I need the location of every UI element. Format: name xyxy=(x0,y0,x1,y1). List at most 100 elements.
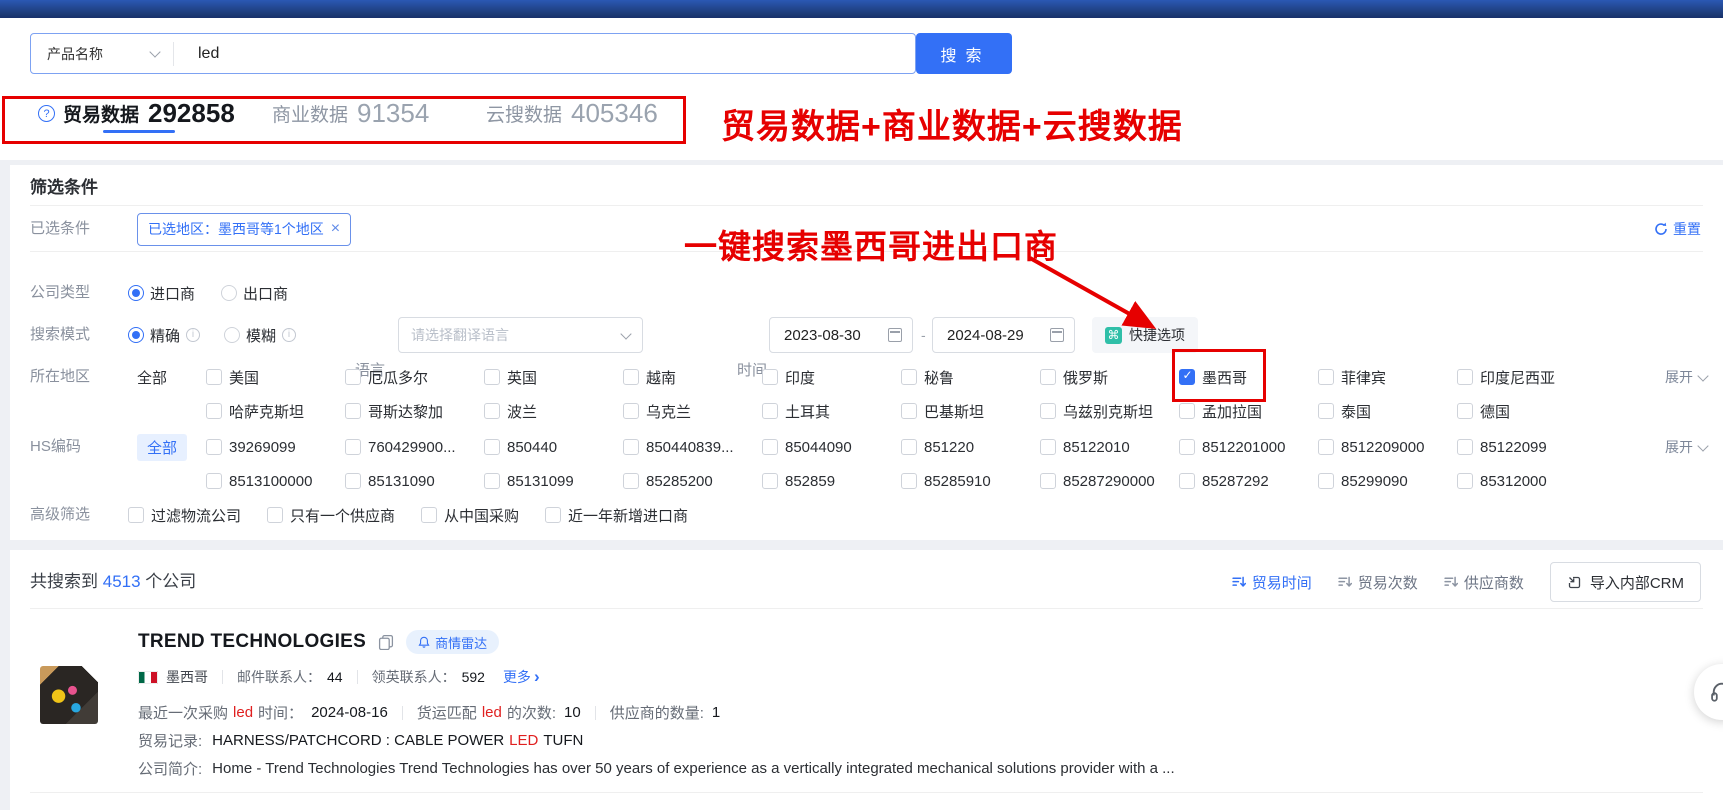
copy-icon[interactable] xyxy=(378,634,394,650)
business-radar-badge[interactable]: 商情雷达 xyxy=(406,630,499,654)
region-checkbox[interactable]: 美国 xyxy=(206,367,345,388)
hs-checkbox[interactable]: 8512201000 xyxy=(1179,439,1318,456)
sort-by-trade-time[interactable]: 贸易时间 xyxy=(1232,572,1312,593)
selected-region-tag[interactable]: 已选地区：墨西哥等1个地区 xyxy=(137,213,351,246)
region-checkbox[interactable]: 乌兹别克斯坦 xyxy=(1040,401,1179,422)
region-checkbox[interactable]: 厄瓜多尔 xyxy=(345,367,484,388)
tab-trade-data[interactable]: ? 贸易数据 292858 xyxy=(38,96,235,130)
tab-count: 405346 xyxy=(571,98,658,129)
app-window: 产品名称 搜索 ? 贸易数据 292858 商业数据 91354 云搜数据 40… xyxy=(0,0,1723,810)
close-icon[interactable] xyxy=(331,221,340,237)
radio-exact-mode[interactable]: 精确 xyxy=(128,325,200,346)
region-checkbox[interactable]: 秘鲁 xyxy=(901,367,1040,388)
advanced-checkbox[interactable]: 从中国采购 xyxy=(421,505,519,526)
region-checkbox[interactable]: 土耳其 xyxy=(762,401,901,422)
date-to-value: 2024-08-29 xyxy=(947,327,1024,344)
region-expand-button[interactable]: 展开 xyxy=(1665,359,1707,395)
hs-checkbox[interactable]: 85285910 xyxy=(901,473,1040,490)
hs-checkbox[interactable]: 85131099 xyxy=(484,473,623,490)
search-input[interactable] xyxy=(174,36,915,72)
sort-label: 贸易次数 xyxy=(1358,572,1418,593)
hs-checkbox[interactable]: 760429900... xyxy=(345,439,484,456)
checkbox-icon xyxy=(1318,473,1334,489)
more-link[interactable]: 更多 xyxy=(503,667,540,687)
hs-checkbox[interactable]: 850440 xyxy=(484,439,623,456)
tab-count: 292858 xyxy=(148,98,235,129)
language-select[interactable]: 请选择翻译语言 xyxy=(398,317,643,353)
reset-button[interactable]: 重置 xyxy=(1654,211,1701,247)
headset-icon xyxy=(1709,679,1723,705)
hs-checkbox[interactable]: 852859 xyxy=(762,473,901,490)
hs-checkbox[interactable]: 8513100000 xyxy=(206,473,345,490)
import-crm-button[interactable]: 导入内部CRM xyxy=(1550,562,1701,602)
hs-checkbox[interactable]: 85299090 xyxy=(1318,473,1457,490)
region-checkbox[interactable]: 乌克兰 xyxy=(623,401,762,422)
advanced-checkbox[interactable]: 近一年新增进口商 xyxy=(545,505,688,526)
region-checkbox[interactable]: 哥斯达黎加 xyxy=(345,401,484,422)
hs-checkbox[interactable]: 39269099 xyxy=(206,439,345,456)
sort-by-supplier-count[interactable]: 供应商数 xyxy=(1444,572,1524,593)
checkbox-icon xyxy=(484,369,500,385)
radio-importer[interactable]: 进口商 xyxy=(128,283,195,304)
quick-options-button[interactable]: 快捷选项 xyxy=(1092,317,1198,353)
region-checkbox[interactable]: 德国 xyxy=(1457,401,1596,422)
region-checkbox[interactable]: 孟加拉国 xyxy=(1179,401,1318,422)
region-checkbox[interactable]: 泰国 xyxy=(1318,401,1457,422)
hs-checkbox[interactable]: 850440839... xyxy=(623,439,762,456)
hs-expand-button[interactable]: 展开 xyxy=(1665,429,1707,465)
hs-checkbox[interactable]: 85122010 xyxy=(1040,439,1179,456)
reset-icon xyxy=(1654,222,1668,236)
hs-checkbox[interactable]: 85312000 xyxy=(1457,473,1596,490)
search-button[interactable]: 搜索 xyxy=(916,33,1012,74)
info-icon[interactable] xyxy=(282,328,296,342)
hs-checkbox[interactable]: 85122099 xyxy=(1457,439,1596,456)
sort-by-trade-count[interactable]: 贸易次数 xyxy=(1338,572,1418,593)
checkbox-label: 美国 xyxy=(229,367,259,388)
radio-fuzzy-mode[interactable]: 模糊 xyxy=(224,325,296,346)
region-checkbox[interactable]: 俄罗斯 xyxy=(1040,367,1179,388)
company-purchase-row: 最近一次采购 led 时间： 2024-08-16 货运匹配 led 的次数: … xyxy=(138,702,720,723)
hs-checkbox[interactable]: 85131090 xyxy=(345,473,484,490)
hs-checkbox[interactable]: 85285200 xyxy=(623,473,762,490)
region-checkbox[interactable]: 英国 xyxy=(484,367,623,388)
region-checkbox[interactable]: 菲律宾 xyxy=(1318,367,1457,388)
hs-checkbox[interactable]: 851220 xyxy=(901,439,1040,456)
company-name[interactable]: TREND TECHNOLOGIES xyxy=(138,631,366,653)
keyword-highlight: led xyxy=(233,704,253,721)
hs-checkbox[interactable]: 85287290000 xyxy=(1040,473,1179,490)
purchase-time-label: 时间： xyxy=(258,702,303,723)
checkbox-icon xyxy=(623,473,639,489)
region-checkbox[interactable]: 哈萨克斯坦 xyxy=(206,401,345,422)
date-to-input[interactable]: 2024-08-29 xyxy=(932,317,1075,353)
reset-label: 重置 xyxy=(1673,219,1701,239)
checkbox-label: 85312000 xyxy=(1480,473,1547,490)
region-checkbox[interactable]: 印度 xyxy=(762,367,901,388)
region-checkbox-mexico[interactable]: 墨西哥 xyxy=(1179,367,1318,388)
region-all-button[interactable]: 全部 xyxy=(137,367,206,388)
advanced-checkbox[interactable]: 只有一个供应商 xyxy=(267,505,395,526)
info-icon[interactable] xyxy=(186,328,200,342)
region-checkbox[interactable]: 波兰 xyxy=(484,401,623,422)
hs-checkbox[interactable]: 85287292 xyxy=(1179,473,1318,490)
hs-all-button[interactable]: 全部 xyxy=(137,434,187,461)
checkbox-label: 851220 xyxy=(924,439,974,456)
radio-exporter[interactable]: 出口商 xyxy=(221,283,288,304)
help-circle-icon[interactable]: ? xyxy=(38,105,55,122)
advanced-checkbox[interactable]: 过滤物流公司 xyxy=(128,505,241,526)
tab-business-data[interactable]: 商业数据 91354 xyxy=(272,96,429,130)
company-thumbnail[interactable] xyxy=(40,666,98,724)
search-category-dropdown[interactable]: 产品名称 xyxy=(31,34,173,73)
hs-checkbox[interactable]: 85044090 xyxy=(762,439,901,456)
region-checkbox[interactable]: 巴基斯坦 xyxy=(901,401,1040,422)
region-checkbox[interactable]: 印度尼西亚 xyxy=(1457,367,1596,388)
region-checkbox[interactable]: 越南 xyxy=(623,367,762,388)
hs-checkbox[interactable]: 8512209000 xyxy=(1318,439,1457,456)
checkbox-label: 德国 xyxy=(1480,401,1510,422)
date-from-input[interactable]: 2023-08-30 xyxy=(769,317,913,353)
results-summary: 共搜索到 4513 个公司 xyxy=(30,562,196,602)
chevron-right-icon xyxy=(534,667,540,687)
radio-selected-icon xyxy=(128,327,144,343)
tab-cloud-search-data[interactable]: 云搜数据 405346 xyxy=(486,96,658,130)
filter-panel-title: 筛选条件 xyxy=(30,173,98,198)
keyword-highlight: LED xyxy=(509,732,538,749)
